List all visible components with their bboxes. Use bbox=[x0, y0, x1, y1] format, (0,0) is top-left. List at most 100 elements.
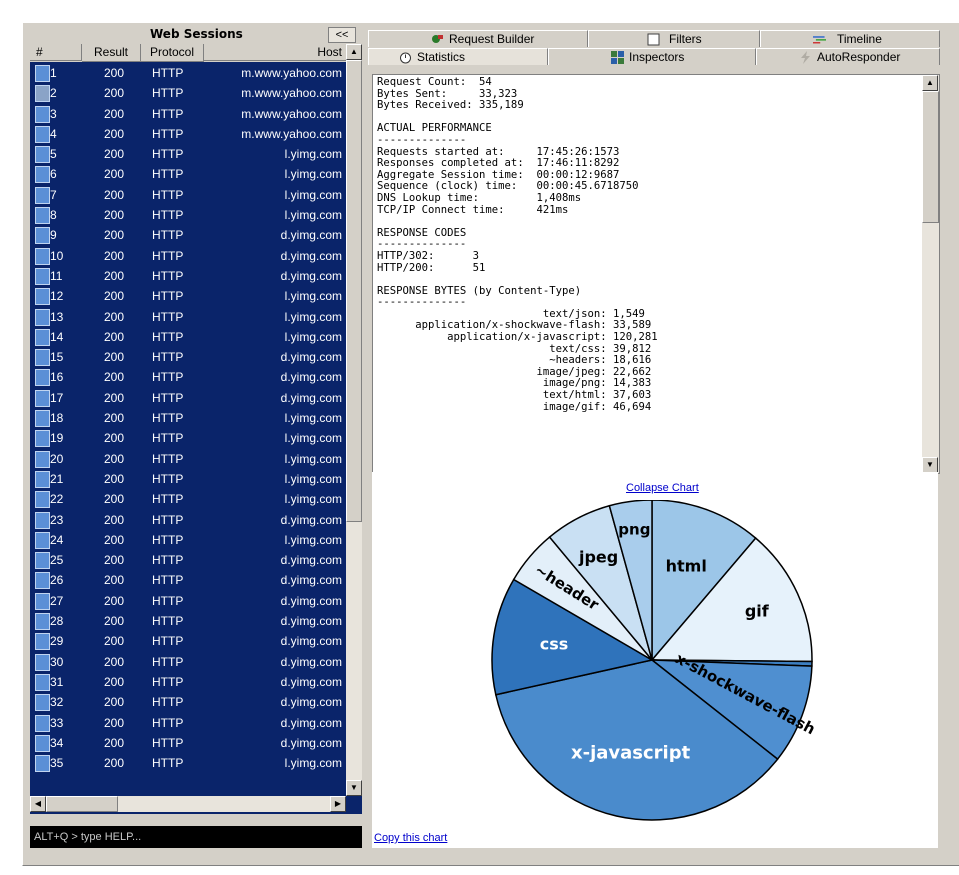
session-number: 9 bbox=[50, 228, 57, 243]
table-row[interactable]: 30 200 HTTP d.yimg.com bbox=[30, 652, 346, 672]
session-number: 14 bbox=[50, 329, 64, 344]
table-row[interactable]: 32 200 HTTP d.yimg.com bbox=[30, 692, 346, 712]
table-row[interactable]: 7 200 HTTP l.yimg.com bbox=[30, 185, 346, 205]
session-host: d.yimg.com bbox=[280, 674, 342, 689]
session-number: 29 bbox=[50, 634, 64, 649]
collapse-chart-link[interactable]: Collapse Chart bbox=[626, 482, 699, 494]
table-row[interactable]: 9 200 HTTP d.yimg.com bbox=[30, 225, 346, 245]
session-number: 26 bbox=[50, 573, 64, 588]
column-header-protocol[interactable]: Protocol bbox=[141, 44, 204, 62]
session-icon bbox=[35, 572, 50, 590]
session-protocol: HTTP bbox=[152, 228, 184, 243]
collapse-pane-button[interactable]: << bbox=[328, 27, 356, 43]
session-host: d.yimg.com bbox=[280, 695, 342, 710]
session-protocol: HTTP bbox=[152, 187, 184, 202]
table-row[interactable]: 14 200 HTTP l.yimg.com bbox=[30, 327, 346, 347]
table-row[interactable]: 6 200 HTTP l.yimg.com bbox=[30, 164, 346, 184]
table-row[interactable]: 27 200 HTTP d.yimg.com bbox=[30, 591, 346, 611]
table-row[interactable]: 25 200 HTTP d.yimg.com bbox=[30, 550, 346, 570]
session-protocol: HTTP bbox=[152, 715, 184, 730]
scroll-down-arrow-icon[interactable]: ▼ bbox=[346, 780, 362, 796]
table-row[interactable]: 19 200 HTTP l.yimg.com bbox=[30, 428, 346, 448]
table-row[interactable]: 1 200 HTTP m.www.yahoo.com bbox=[30, 63, 346, 83]
tab-filters[interactable]: Filters bbox=[588, 30, 760, 47]
session-result: 200 bbox=[104, 329, 125, 344]
session-host: l.yimg.com bbox=[284, 756, 342, 771]
horizontal-scroll-thumb[interactable] bbox=[46, 796, 118, 812]
vertical-scrollbar[interactable]: ▲ ▼ bbox=[346, 44, 362, 796]
table-row[interactable]: 18 200 HTTP l.yimg.com bbox=[30, 408, 346, 428]
scroll-up-arrow-icon[interactable]: ▲ bbox=[922, 75, 938, 91]
session-protocol: HTTP bbox=[152, 309, 184, 324]
session-host: d.yimg.com bbox=[280, 268, 342, 283]
table-row[interactable]: 21 200 HTTP l.yimg.com bbox=[30, 469, 346, 489]
table-row[interactable]: 12 200 HTTP l.yimg.com bbox=[30, 286, 346, 306]
session-host: d.yimg.com bbox=[280, 614, 342, 629]
column-header-number[interactable]: # bbox=[30, 44, 82, 61]
session-number: 6 bbox=[50, 167, 57, 182]
table-row[interactable]: 33 200 HTTP d.yimg.com bbox=[30, 713, 346, 733]
session-protocol: HTTP bbox=[152, 451, 184, 466]
session-number: 15 bbox=[50, 350, 64, 365]
table-row[interactable]: 5 200 HTTP l.yimg.com bbox=[30, 144, 346, 164]
inspector-pane: Request Builder Filters Timeline Statist… bbox=[368, 26, 942, 856]
session-protocol: HTTP bbox=[152, 126, 184, 141]
statistics-text-panel[interactable]: Request Count: 54 Bytes Sent: 33,323 Byt… bbox=[372, 74, 940, 474]
table-row[interactable]: 11 200 HTTP d.yimg.com bbox=[30, 266, 346, 286]
column-header-host[interactable]: Host bbox=[204, 44, 346, 61]
table-row[interactable]: 26 200 HTTP d.yimg.com bbox=[30, 570, 346, 590]
session-icon bbox=[35, 288, 50, 306]
scroll-left-arrow-icon[interactable]: ◀ bbox=[30, 796, 46, 812]
table-row[interactable]: 31 200 HTTP d.yimg.com bbox=[30, 672, 346, 692]
session-result: 200 bbox=[104, 756, 125, 771]
session-protocol: HTTP bbox=[152, 471, 184, 486]
table-row[interactable]: 24 200 HTTP l.yimg.com bbox=[30, 530, 346, 550]
scroll-up-arrow-icon[interactable]: ▲ bbox=[346, 44, 362, 60]
table-row[interactable]: 17 200 HTTP d.yimg.com bbox=[30, 388, 346, 408]
stats-scroll-thumb[interactable] bbox=[922, 91, 939, 223]
session-host: d.yimg.com bbox=[280, 573, 342, 588]
session-icon bbox=[35, 694, 50, 712]
session-result: 200 bbox=[104, 147, 125, 162]
table-row[interactable]: 2 200 HTTP m.www.yahoo.com bbox=[30, 83, 346, 103]
column-header-result[interactable]: Result bbox=[82, 44, 141, 62]
session-number: 25 bbox=[50, 553, 64, 568]
scroll-right-arrow-icon[interactable]: ▶ bbox=[330, 796, 346, 812]
session-icon bbox=[35, 146, 50, 164]
table-row[interactable]: 16 200 HTTP d.yimg.com bbox=[30, 367, 346, 387]
stats-vertical-scrollbar[interactable]: ▲ ▼ bbox=[922, 75, 939, 473]
table-row[interactable]: 10 200 HTTP d.yimg.com bbox=[30, 246, 346, 266]
table-row[interactable]: 28 200 HTTP d.yimg.com bbox=[30, 611, 346, 631]
session-protocol: HTTP bbox=[152, 532, 184, 547]
table-row[interactable]: 23 200 HTTP d.yimg.com bbox=[30, 510, 346, 530]
session-host: d.yimg.com bbox=[280, 553, 342, 568]
horizontal-scrollbar[interactable]: ◀ ▶ bbox=[30, 796, 346, 812]
tab-statistics[interactable]: Statistics bbox=[368, 48, 548, 65]
table-row[interactable]: 20 200 HTTP l.yimg.com bbox=[30, 449, 346, 469]
table-row[interactable]: 13 200 HTTP l.yimg.com bbox=[30, 307, 346, 327]
copy-chart-link[interactable]: Copy this chart bbox=[374, 832, 447, 844]
tab-timeline[interactable]: Timeline bbox=[760, 30, 940, 47]
table-row[interactable]: 35 200 HTTP l.yimg.com bbox=[30, 753, 346, 773]
table-row[interactable]: 22 200 HTTP l.yimg.com bbox=[30, 489, 346, 509]
quickexec-input[interactable]: ALT+Q > type HELP... bbox=[30, 826, 362, 848]
tab-inspectors[interactable]: Inspectors bbox=[548, 48, 756, 65]
table-row[interactable]: 3 200 HTTP m.www.yahoo.com bbox=[30, 104, 346, 124]
session-number: 31 bbox=[50, 674, 64, 689]
session-number: 21 bbox=[50, 471, 64, 486]
session-list: 1 200 HTTP m.www.yahoo.com 2 200 HTTP m.www.yah… bbox=[30, 63, 346, 773]
table-row[interactable]: 15 200 HTTP d.yimg.com bbox=[30, 347, 346, 367]
session-icon bbox=[35, 247, 50, 265]
tab-autoresponder[interactable]: AutoResponder bbox=[756, 48, 940, 65]
table-row[interactable]: 8 200 HTTP l.yimg.com bbox=[30, 205, 346, 225]
session-icon bbox=[35, 511, 50, 529]
session-icon bbox=[35, 207, 50, 225]
table-row[interactable]: 4 200 HTTP m.www.yahoo.com bbox=[30, 124, 346, 144]
session-host: d.yimg.com bbox=[280, 593, 342, 608]
table-row[interactable]: 34 200 HTTP d.yimg.com bbox=[30, 733, 346, 753]
table-row[interactable]: 29 200 HTTP d.yimg.com bbox=[30, 631, 346, 651]
session-result: 200 bbox=[104, 370, 125, 385]
tab-request-builder[interactable]: Request Builder bbox=[368, 30, 588, 47]
scroll-thumb[interactable] bbox=[346, 60, 362, 522]
scroll-down-arrow-icon[interactable]: ▼ bbox=[922, 457, 938, 473]
